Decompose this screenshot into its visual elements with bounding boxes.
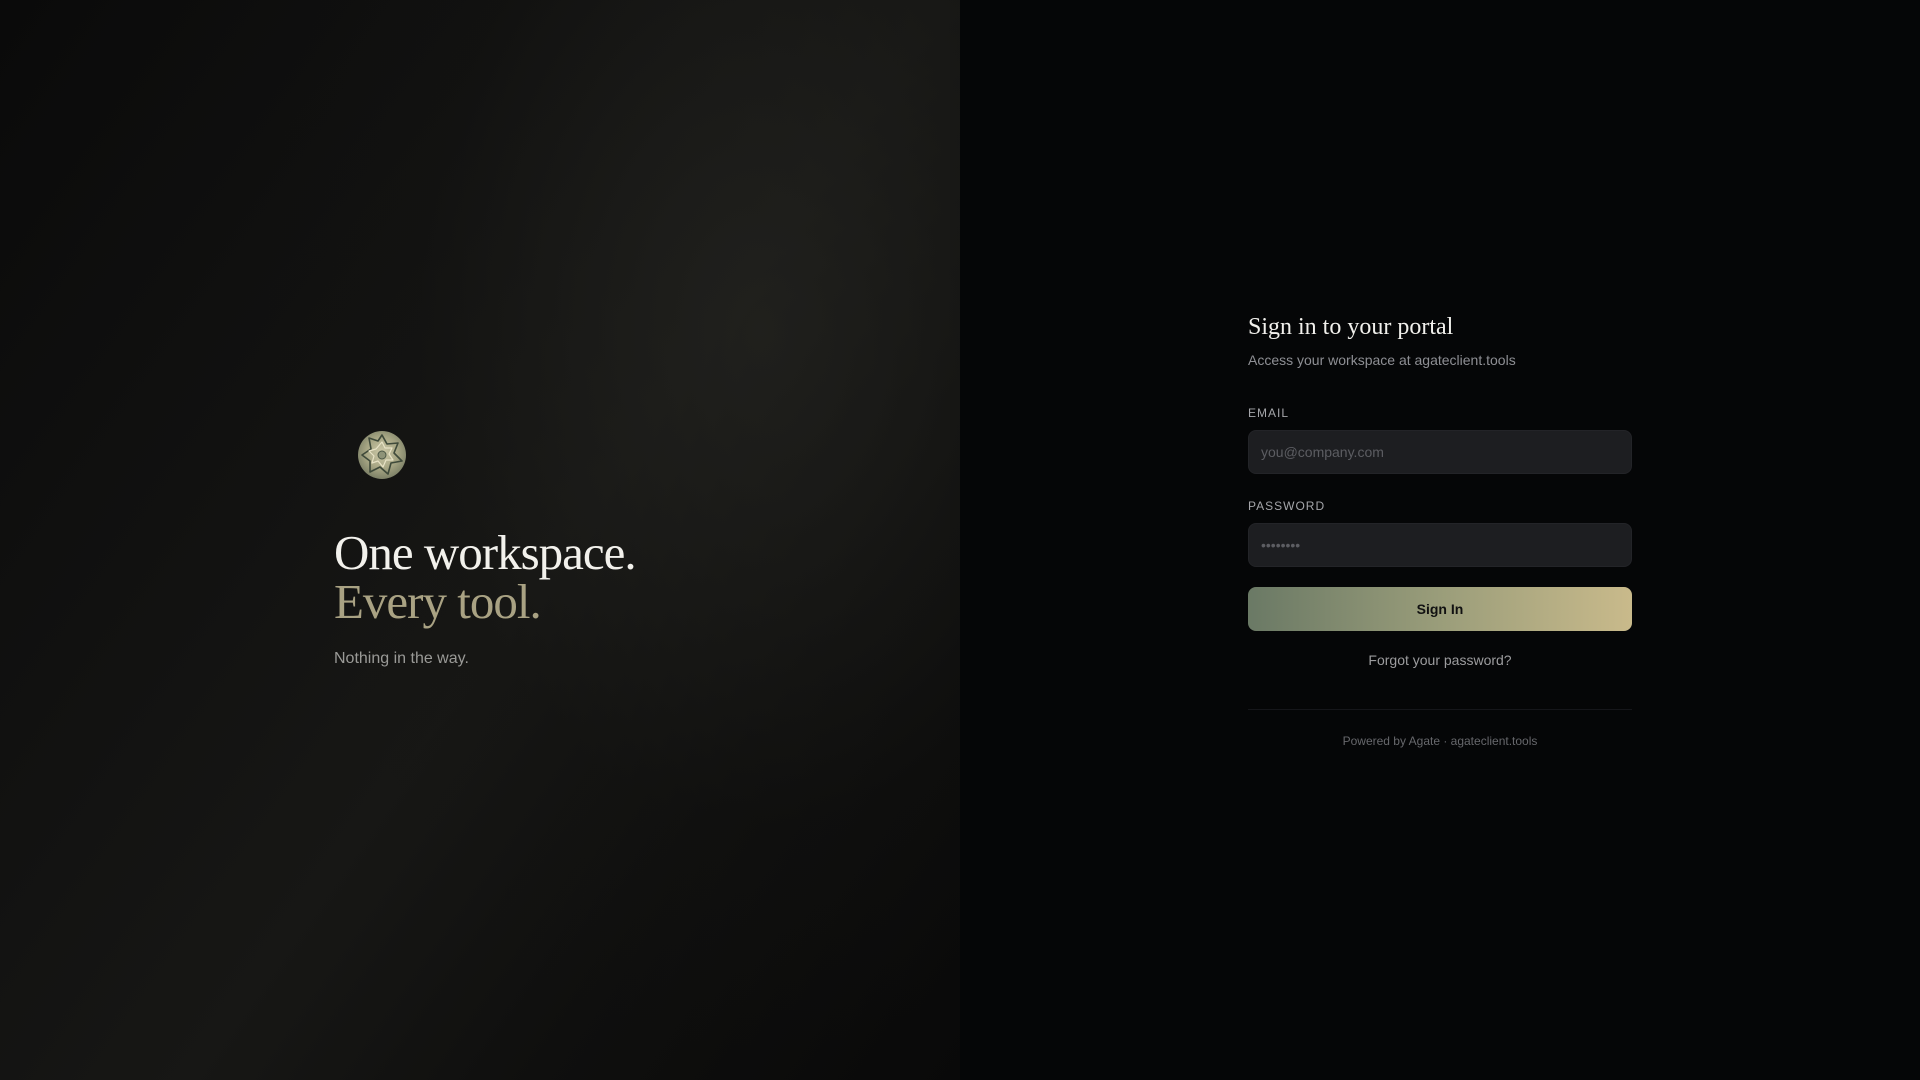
signin-subtitle: Access your workspace at agateclient.too… bbox=[1248, 352, 1516, 368]
footer-text: Powered by Agate · agateclient.tools bbox=[1342, 734, 1538, 748]
email-field[interactable] bbox=[1248, 430, 1632, 474]
email-label: EMAIL bbox=[1248, 406, 1290, 420]
sign-in-button[interactable]: Sign In bbox=[1248, 587, 1632, 631]
password-field[interactable] bbox=[1248, 523, 1632, 567]
hero-headline: One workspace. Every tool. bbox=[334, 525, 637, 629]
hero-tagline: Nothing in the way. bbox=[334, 650, 469, 667]
headline-line-1: One workspace. bbox=[334, 525, 637, 580]
signin-form: Sign in to your portal Access your works… bbox=[1248, 308, 1632, 748]
signin-title: Sign in to your portal bbox=[1248, 314, 1454, 340]
password-label: PASSWORD bbox=[1248, 499, 1326, 513]
hero-panel: One workspace. Every tool. Nothing in th… bbox=[0, 0, 960, 1080]
forgot-password-link[interactable]: Forgot your password? bbox=[1248, 652, 1632, 668]
headline-line-2: Every tool. bbox=[334, 574, 542, 629]
divider bbox=[1248, 709, 1632, 710]
agate-stone-icon bbox=[358, 431, 406, 479]
